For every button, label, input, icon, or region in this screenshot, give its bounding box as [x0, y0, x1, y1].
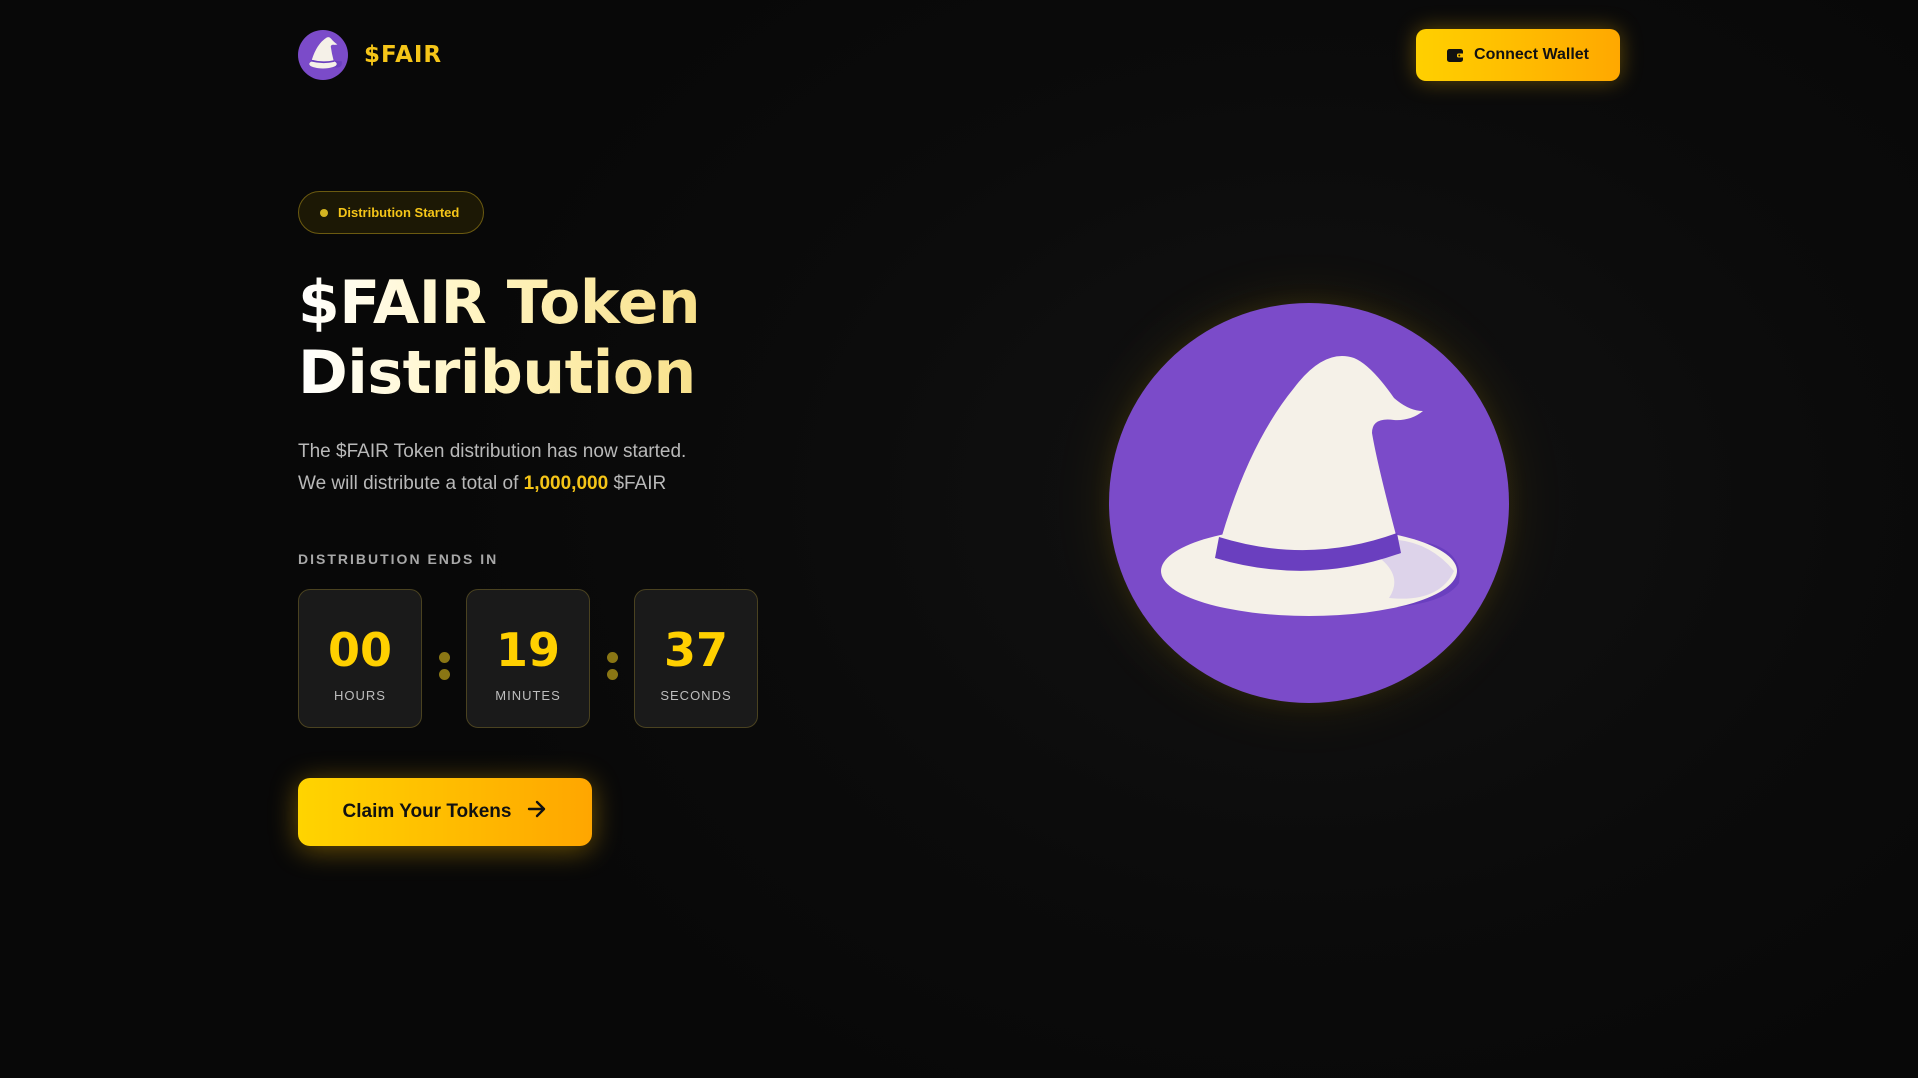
minutes-value: 19 [495, 623, 560, 677]
hours-value: 00 [327, 623, 392, 677]
connect-wallet-button[interactable]: Connect Wallet [1416, 29, 1620, 81]
countdown-hours: 00 HOURS [298, 589, 422, 728]
page-title: $FAIR Token Distribution [298, 268, 700, 408]
wizard-hat-logo-icon [298, 30, 348, 80]
countdown-seconds: 37 SECONDS [634, 589, 758, 728]
brand-name: $FAIR [364, 42, 443, 68]
description-suffix: $FAIR [613, 473, 667, 494]
hours-label: HOURS [334, 688, 386, 703]
seconds-value: 37 [663, 623, 728, 677]
hero-description: The $FAIR Token distribution has now sta… [298, 436, 818, 500]
arrow-right-icon [527, 800, 547, 824]
seconds-label: SECONDS [660, 688, 732, 703]
claim-tokens-label: Claim Your Tokens [342, 801, 512, 822]
title-line-2: Distribution [298, 338, 696, 408]
top-header: $FAIR Connect Wallet [298, 28, 1620, 82]
countdown-label: DISTRIBUTION ENDS IN [298, 551, 499, 567]
claim-tokens-button[interactable]: Claim Your Tokens [298, 778, 592, 846]
connect-wallet-label: Connect Wallet [1474, 46, 1589, 63]
countdown-timer: 00 HOURS 19 MINUTES 37 SECONDS [298, 589, 758, 728]
colon-separator-icon [590, 638, 634, 680]
description-prefix: We will distribute a total of [298, 473, 519, 494]
status-dot-icon [320, 208, 328, 217]
distribution-amount: 1,000,000 [523, 473, 609, 494]
description-line-2: We will distribute a total of 1,000,000 … [298, 468, 818, 500]
minutes-label: MINUTES [495, 688, 561, 703]
status-badge: Distribution Started [298, 191, 484, 234]
wallet-icon [1447, 48, 1465, 63]
countdown-minutes: 19 MINUTES [466, 589, 590, 728]
brand-logo[interactable]: $FAIR [298, 30, 442, 80]
wizard-hat-icon [1109, 303, 1509, 703]
colon-separator-icon [422, 638, 466, 680]
description-line-1: The $FAIR Token distribution has now sta… [298, 441, 687, 462]
status-badge-label: Distribution Started [338, 205, 460, 220]
title-line-1: $FAIR Token [298, 268, 701, 338]
